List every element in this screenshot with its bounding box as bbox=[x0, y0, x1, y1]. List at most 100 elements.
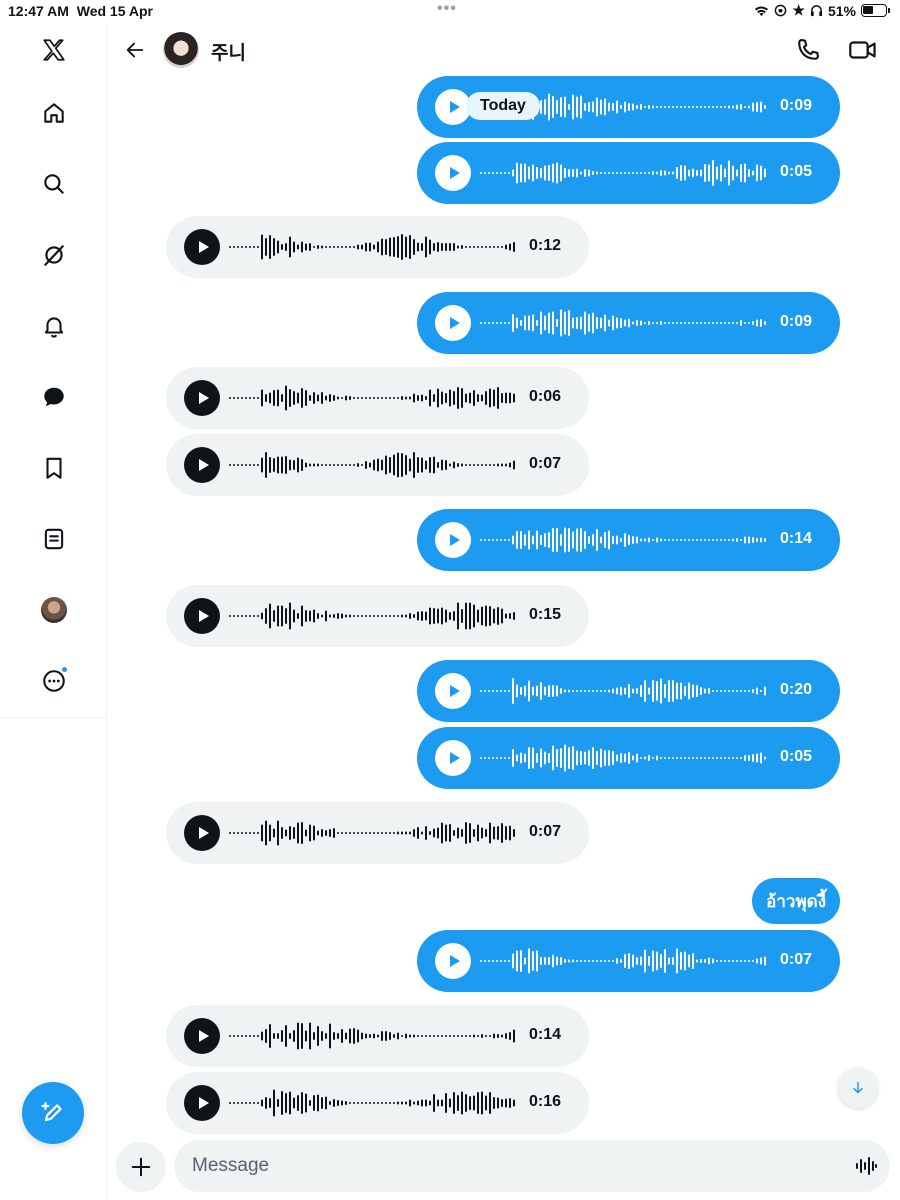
waveform-bar bbox=[497, 826, 499, 840]
message-list[interactable]: อ้าวพุดงี้ 0:09 0:05 0:12 0:09 0:06 0:07 0:14 0… bbox=[107, 76, 900, 1136]
more-icon[interactable] bbox=[38, 665, 70, 697]
lists-icon[interactable] bbox=[38, 523, 70, 555]
video-call-button[interactable] bbox=[848, 36, 878, 64]
waveform-bar bbox=[564, 168, 566, 178]
messages-icon[interactable] bbox=[38, 381, 70, 413]
play-button[interactable] bbox=[184, 815, 220, 851]
waveform-bar bbox=[377, 615, 379, 617]
waveform-bar bbox=[644, 538, 646, 542]
waveform-bar bbox=[341, 832, 343, 834]
waveform-bar bbox=[752, 689, 754, 693]
voice-message[interactable]: 0:14 bbox=[417, 509, 840, 571]
waveform-bar bbox=[305, 1030, 307, 1042]
multitasking-dots[interactable]: ••• bbox=[437, 0, 457, 18]
waveform-bar bbox=[612, 751, 614, 765]
waveform-bar bbox=[489, 1035, 491, 1037]
search-icon[interactable] bbox=[38, 168, 70, 200]
play-button[interactable] bbox=[435, 943, 471, 979]
waveform[interactable] bbox=[228, 1088, 516, 1118]
play-button[interactable] bbox=[184, 598, 220, 634]
waveform-bar bbox=[672, 680, 674, 702]
voice-message[interactable]: 0:12 bbox=[166, 216, 589, 278]
waveform-bar bbox=[748, 322, 750, 324]
waveform[interactable] bbox=[228, 450, 516, 480]
grok-icon[interactable] bbox=[38, 239, 70, 271]
waveform-bar bbox=[524, 315, 526, 331]
voice-message[interactable]: 0:09 bbox=[417, 292, 840, 354]
play-button[interactable] bbox=[184, 380, 220, 416]
home-icon[interactable] bbox=[38, 97, 70, 129]
bell-icon[interactable] bbox=[38, 310, 70, 342]
waveform-bar bbox=[760, 752, 762, 764]
plus-icon bbox=[131, 1157, 151, 1177]
waveform-bar bbox=[497, 463, 499, 467]
play-button[interactable] bbox=[435, 673, 471, 709]
waveform-bar bbox=[724, 960, 726, 962]
waveform-bar bbox=[413, 393, 415, 403]
waveform-bar bbox=[516, 162, 518, 184]
waveform-bar bbox=[293, 609, 295, 623]
voice-duration: 0:16 bbox=[529, 1093, 562, 1110]
waveform[interactable] bbox=[479, 525, 767, 555]
waveform[interactable] bbox=[479, 158, 767, 188]
waveform[interactable] bbox=[479, 308, 767, 338]
voice-record-button[interactable] bbox=[854, 1154, 880, 1180]
waveform[interactable] bbox=[228, 232, 516, 262]
add-attachment-button[interactable] bbox=[116, 1142, 166, 1192]
play-button[interactable] bbox=[184, 1018, 220, 1054]
compose-button[interactable] bbox=[22, 1082, 84, 1144]
voice-message[interactable]: 0:05 bbox=[417, 142, 840, 204]
message-input[interactable] bbox=[174, 1140, 890, 1192]
waveform-bar bbox=[433, 394, 435, 402]
waveform-bar bbox=[289, 1091, 291, 1115]
status-icons: ★ 51% bbox=[754, 2, 890, 19]
text-message[interactable]: อ้าวพุดงี้ bbox=[752, 878, 840, 924]
play-button[interactable] bbox=[435, 740, 471, 776]
voice-message[interactable]: 0:20 bbox=[417, 660, 840, 722]
waveform-bar bbox=[528, 166, 530, 180]
waveform-bar bbox=[568, 310, 570, 336]
waveform[interactable] bbox=[479, 676, 767, 706]
waveform[interactable] bbox=[228, 601, 516, 631]
back-button[interactable] bbox=[121, 36, 149, 64]
voice-message[interactable]: 0:07 bbox=[417, 930, 840, 992]
voice-call-button[interactable] bbox=[794, 36, 822, 64]
play-button[interactable] bbox=[184, 447, 220, 483]
voice-message[interactable]: 0:14 bbox=[166, 1005, 589, 1067]
play-button[interactable] bbox=[184, 1085, 220, 1121]
play-button[interactable] bbox=[435, 522, 471, 558]
waveform-bar bbox=[257, 464, 259, 466]
waveform-bar bbox=[664, 539, 666, 541]
play-button[interactable] bbox=[184, 229, 220, 265]
waveform[interactable] bbox=[228, 1021, 516, 1051]
play-icon bbox=[198, 1097, 209, 1109]
contact-avatar[interactable] bbox=[163, 32, 199, 68]
waveform-bar bbox=[700, 169, 702, 177]
waveform-bar bbox=[437, 608, 439, 624]
voice-message[interactable]: 0:15 bbox=[166, 585, 589, 647]
waveform-bar bbox=[365, 397, 367, 399]
play-icon bbox=[449, 685, 460, 697]
waveform-bar bbox=[696, 170, 698, 176]
waveform-bar bbox=[556, 528, 558, 552]
waveform[interactable] bbox=[228, 383, 516, 413]
waveform-bar bbox=[341, 1100, 343, 1106]
voice-message[interactable]: 0:07 bbox=[166, 802, 589, 864]
scroll-to-bottom-button[interactable] bbox=[838, 1068, 878, 1108]
contact-name[interactable]: 주니 bbox=[211, 38, 246, 65]
play-button[interactable] bbox=[435, 305, 471, 341]
profile-avatar[interactable] bbox=[38, 594, 70, 626]
voice-message[interactable]: 0:06 bbox=[166, 367, 589, 429]
waveform[interactable] bbox=[228, 818, 516, 848]
waveform[interactable] bbox=[479, 743, 767, 773]
waveform-bar bbox=[680, 106, 682, 108]
voice-message[interactable]: 0:16 bbox=[166, 1072, 589, 1134]
waveform[interactable] bbox=[479, 946, 767, 976]
bookmark-icon[interactable] bbox=[38, 452, 70, 484]
voice-message[interactable]: 0:05 bbox=[417, 727, 840, 789]
x-logo-icon[interactable] bbox=[38, 34, 70, 66]
waveform-bar bbox=[744, 106, 746, 108]
waveform-bar bbox=[337, 1100, 339, 1106]
voice-message[interactable]: 0:07 bbox=[166, 434, 589, 496]
play-button[interactable] bbox=[435, 155, 471, 191]
